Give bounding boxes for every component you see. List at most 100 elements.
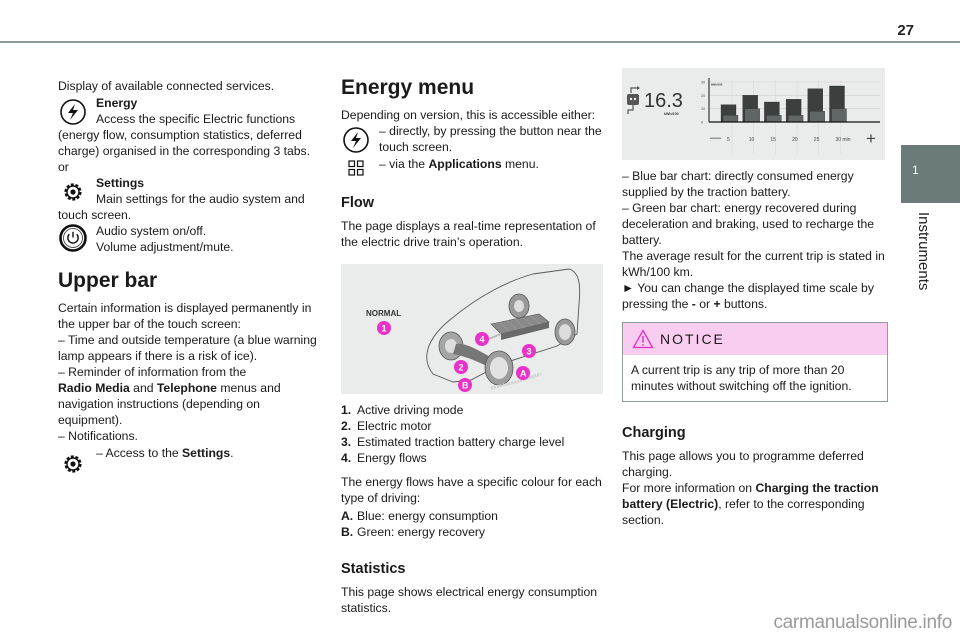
- zoom-in-button[interactable]: +: [866, 129, 876, 148]
- battery-flow-icon: [627, 86, 640, 114]
- colours-intro: The energy flows have a specific colour …: [341, 475, 602, 505]
- flow-heading: Flow: [341, 195, 375, 211]
- x-tick-label: 15: [770, 137, 776, 143]
- notice-box: NOTICE A current trip is any trip of mor…: [622, 322, 888, 402]
- radio-media-term: Radio Media: [58, 381, 130, 395]
- energy-desc-rest: (energy flow, consumption statistics, de…: [58, 128, 311, 158]
- y-axis-unit: kWh/100: [711, 83, 723, 87]
- intro-text: Display of available connected services.: [58, 79, 275, 93]
- applications-b: Applications: [428, 157, 502, 171]
- average-consumption-value: 16.3: [644, 90, 683, 112]
- car-drivetrain-illustration: NORMAL 1 2 3 4 A B: [366, 268, 581, 392]
- wheel: [484, 350, 514, 386]
- svg-text:2: 2: [459, 363, 464, 373]
- energy-menu-heading: Energy menu: [341, 76, 475, 99]
- chapter-label-wrap: Instruments: [914, 212, 934, 302]
- energy-entry: Energy Access the specific Electric func…: [58, 95, 326, 159]
- driving-mode-label: NORMAL: [366, 309, 401, 318]
- notice-header: NOTICE: [623, 323, 887, 355]
- list-item: 4. Energy flows: [341, 451, 427, 465]
- callout-2: 2: [454, 360, 468, 374]
- charging-heading: Charging: [622, 425, 686, 441]
- svg-text:B: B: [462, 381, 469, 391]
- time-scale-instruction: ► You can change the displayed time scal…: [622, 281, 874, 311]
- upper-bar-intro: Certain information is displayed permane…: [58, 301, 312, 331]
- flow-diagram: NORMAL 1 2 3 4 A B: [341, 264, 603, 394]
- x-tick-label: 10: [749, 137, 755, 143]
- power-button-icon: [59, 224, 87, 252]
- blue-bar-desc: – Blue bar chart: directly consumed ener…: [622, 169, 854, 199]
- list-item: 3. Estimated traction battery charge leve…: [341, 435, 565, 449]
- bar-recovered: [722, 115, 739, 123]
- charging-more-info: For more information on Charging the tra…: [622, 481, 879, 527]
- energy-menu-intro: Depending on version, this is accessible…: [341, 108, 596, 122]
- page-number: 27: [897, 22, 914, 39]
- settings-entry: Settings Main settings for the audio sys…: [58, 175, 326, 223]
- y-tick-label: 10: [701, 107, 705, 111]
- settings-gear-icon-2: [64, 455, 82, 473]
- callout-4: 4: [475, 332, 489, 346]
- upper-bar-item-time: – Time and outside temperature (a blue w…: [58, 333, 317, 363]
- warning-triangle-icon: [632, 329, 654, 349]
- settings-gear-icon: [64, 183, 82, 201]
- consumption-bar-chart: 16.3 kWh/100 0 10 20 30 kWh/100 5 10 15 20 25 30 m…: [627, 78, 880, 154]
- applications-a: – via the: [379, 157, 429, 171]
- statistics-heading: Statistics: [341, 561, 406, 577]
- notice-body: A current trip is any trip of more than …: [631, 363, 852, 393]
- svg-text:4: 4: [480, 335, 485, 345]
- callout-A: A: [516, 366, 530, 380]
- settings-title: Settings: [96, 176, 145, 190]
- flow-legend-list: 1. Active driving mode 2. Electric motor 3…: [341, 402, 606, 466]
- column-2: Energy menu Depending on version, this i…: [341, 76, 606, 616]
- energy-bolt-icon: [60, 99, 86, 125]
- svg-text:1: 1: [382, 324, 387, 334]
- y-tick-label: 0: [701, 121, 703, 125]
- watermark: carmanualsonline.info: [773, 612, 952, 633]
- svg-text:A: A: [520, 369, 527, 379]
- list-item: B. Green: energy recovery: [341, 525, 486, 539]
- x-tick-label: 20: [792, 137, 798, 143]
- applications-grid-icon: [348, 160, 364, 176]
- upper-bar-item-notifications: – Notifications.: [58, 429, 138, 443]
- column-1: Display of available connected services.…: [58, 78, 326, 479]
- chapter-label: Instruments: [915, 212, 932, 291]
- charging-desc: This page allows you to programme deferr…: [622, 449, 864, 479]
- bar-recovered: [809, 111, 825, 123]
- callout-3: 3: [522, 344, 536, 358]
- energy-desc-first: Access the specific Electric functions: [96, 112, 296, 126]
- statistics-desc: This page shows electrical energy consum…: [341, 585, 598, 615]
- list-item: A. Blue: energy consumption: [341, 509, 498, 523]
- x-tick-label: 5: [727, 137, 730, 143]
- audio-line2: Volume adjustment/mute.: [96, 240, 234, 254]
- bar-recovered: [744, 108, 760, 123]
- bar-recovered: [831, 108, 847, 123]
- and-text: and: [129, 381, 157, 395]
- settings-access-b: Settings: [182, 446, 231, 460]
- y-tick-label: 20: [701, 94, 705, 98]
- chapter-tab[interactable]: 1: [901, 145, 960, 203]
- bar-recovered: [766, 115, 782, 123]
- settings-access-entry: – Access to the Settings.: [58, 445, 326, 473]
- zoom-out-button[interactable]: —: [710, 132, 721, 144]
- colours-list: A. Blue: energy consumption B. Green: ener…: [341, 508, 606, 540]
- flow-desc: The page displays a real-time representa…: [341, 219, 596, 249]
- callout-B: B: [458, 378, 472, 392]
- audio-entry: Audio system on/off. Volume adjustment/m…: [58, 223, 326, 255]
- energy-bolt-icon-2: [343, 127, 369, 153]
- statistics-screen: 16.3 kWh/100 0 10 20 30 kWh/100 5 10 15 20 25 30 m…: [622, 68, 885, 160]
- x-tick-label: 25: [814, 137, 820, 143]
- header-rule: [0, 41, 960, 43]
- applications-entry: – via the Applications menu.: [341, 156, 606, 176]
- average-consumption-unit: kWh/100: [664, 112, 679, 116]
- upper-bar-heading: Upper bar: [58, 269, 158, 292]
- list-item: 2. Electric motor: [341, 419, 432, 433]
- notice-title: NOTICE: [660, 331, 725, 347]
- energy-title: Energy: [96, 96, 138, 110]
- svg-text:3: 3: [527, 347, 532, 357]
- wheel: [508, 293, 530, 319]
- audio-line1: Audio system on/off.: [96, 224, 207, 238]
- column-3: 16.3 kWh/100 0 10 20 30 kWh/100 5 10 15 20 25 30 m…: [622, 68, 888, 528]
- direct-access-entry: – directly, by pressing the button near …: [341, 123, 606, 155]
- settings-access-c: .: [230, 446, 234, 460]
- applications-c: menu.: [501, 157, 539, 171]
